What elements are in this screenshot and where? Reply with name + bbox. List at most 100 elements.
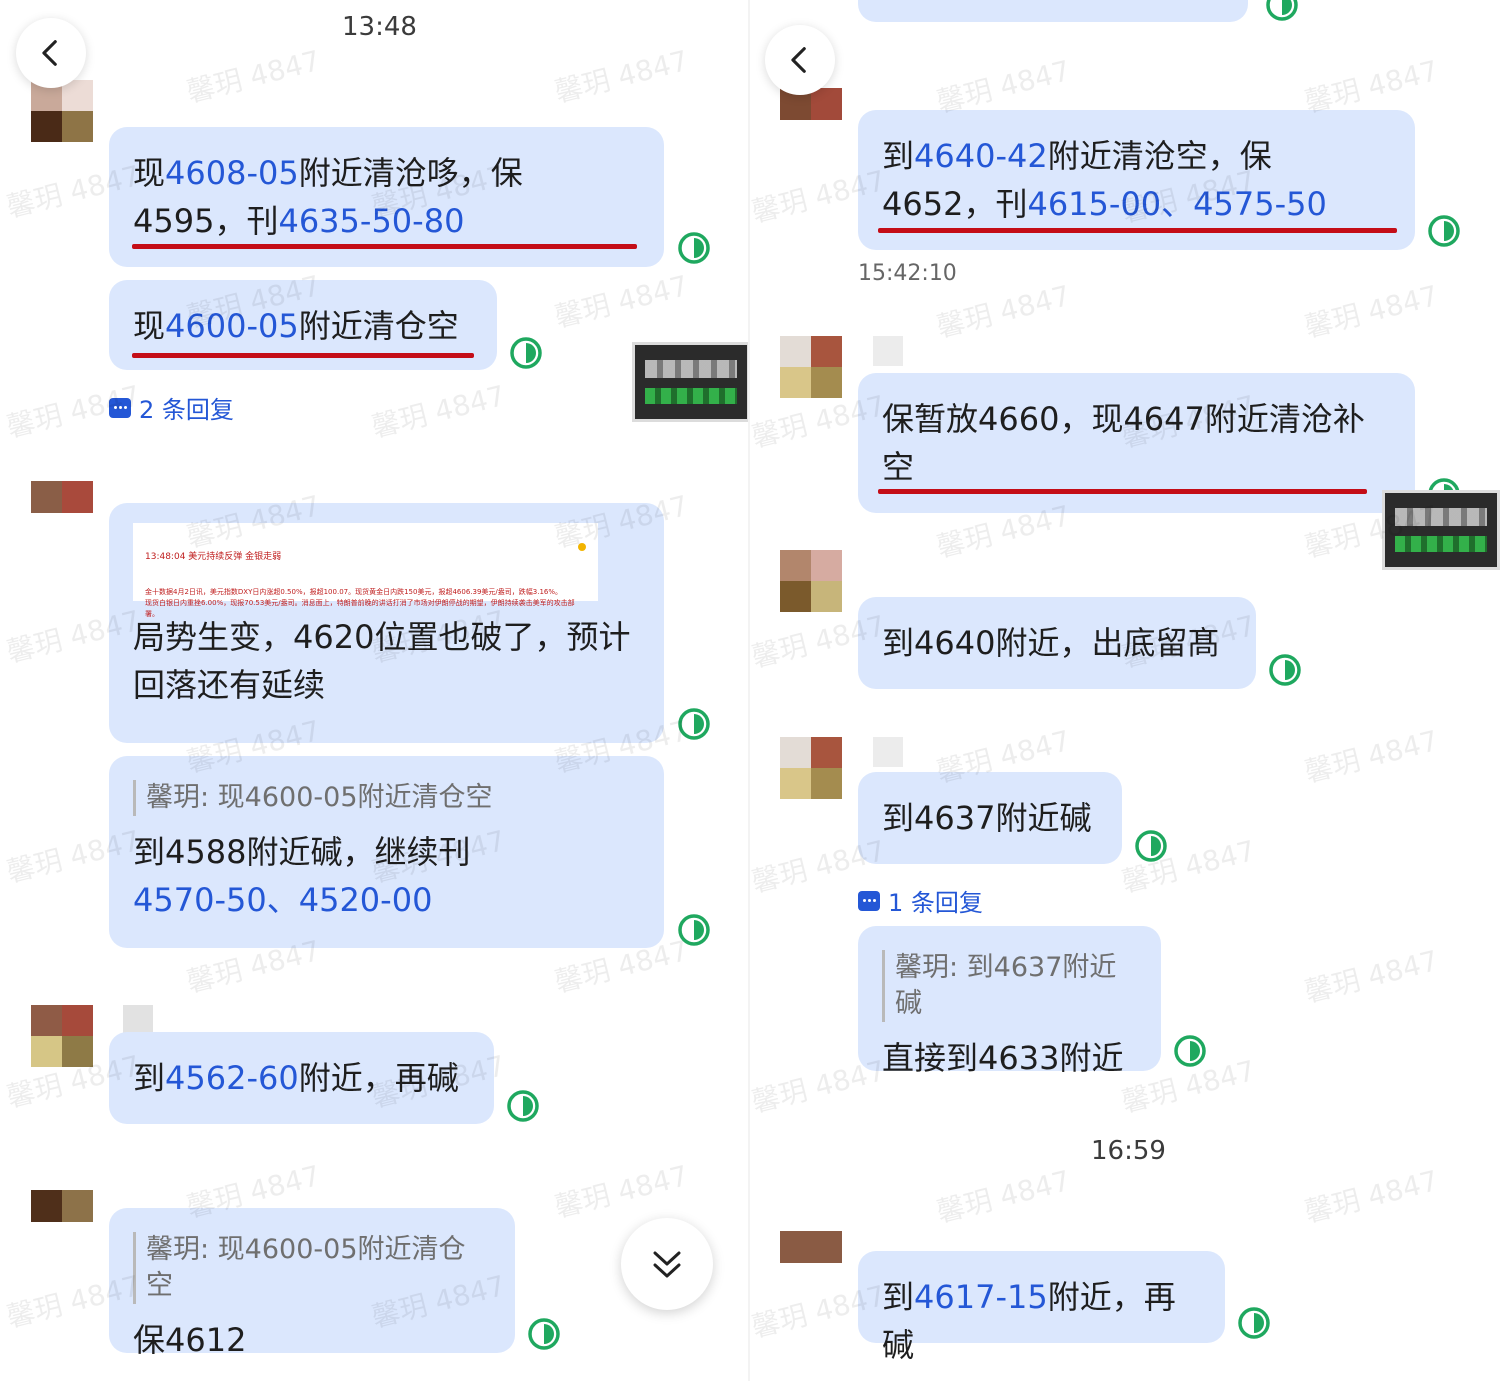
- price-level: 4640-42: [914, 137, 1048, 175]
- message-text: 到: [133, 1059, 166, 1097]
- message-text: 现: [133, 154, 166, 192]
- message-bubble[interactable]: 馨玥: 现4600-05附近清仓空 到4588附近碱，继续刊 4570-50、4…: [109, 756, 664, 948]
- price-level: 4617-15: [914, 1278, 1048, 1316]
- watermark: 馨玥 4847: [1301, 278, 1442, 344]
- message-text: 到4637附近碱: [882, 799, 1092, 837]
- watermark: 馨玥 4847: [368, 378, 509, 444]
- price-level: 4615-00: [1027, 185, 1162, 223]
- card-line: 金十数据4月2日讯，美元指数DXY日内涨超0.50%，报超100.07。现货黄金…: [145, 588, 563, 596]
- sticker-thumbnail[interactable]: [1382, 490, 1500, 570]
- avatar[interactable]: [31, 80, 93, 142]
- read-receipt-icon: [1269, 654, 1301, 686]
- message-bubble[interactable]: 到4640附近，出底留髙: [858, 597, 1256, 689]
- comment-icon: [109, 397, 131, 418]
- read-receipt-icon: [1266, 0, 1298, 21]
- message-text: 到: [882, 1278, 915, 1316]
- avatar[interactable]: [31, 1190, 93, 1222]
- message-text: 现: [133, 307, 166, 345]
- watermark: 馨玥 4847: [551, 1158, 692, 1224]
- card-line: 现货白银日内重挫6.00%，现报70.53美元/盎司。消息面上，特朗普前晚的讲话…: [145, 599, 575, 618]
- sender-name-blur: [123, 1005, 153, 1035]
- red-underline: [132, 353, 474, 358]
- avatar[interactable]: [780, 737, 842, 799]
- price-level: 4520-00: [298, 881, 433, 919]
- avatar[interactable]: [31, 1005, 93, 1067]
- reply-count: 1 条回复: [888, 889, 983, 917]
- message-text: 回落还有延续: [133, 666, 326, 704]
- read-receipt-icon: [510, 337, 542, 369]
- sticker-thumbnail[interactable]: [632, 342, 750, 422]
- quoted-message[interactable]: 馨玥: 现4600-05附近清仓空: [133, 1232, 491, 1304]
- time-header: 13:48: [342, 12, 417, 42]
- message-text: 附近清仓空: [298, 307, 459, 345]
- read-receipt-icon: [678, 708, 710, 740]
- price-level: 4562-60: [165, 1059, 299, 1097]
- card-title: 13:48:04 美元持续反弹 金银走弱: [145, 552, 282, 562]
- price-level: 4570-50: [133, 881, 267, 919]
- message-bubble[interactable]: 到4562-60附近，再碱: [109, 1032, 494, 1124]
- red-underline: [878, 228, 1397, 233]
- message-text: 空: [882, 448, 915, 486]
- double-chevron-down-icon: [653, 1251, 681, 1278]
- back-button[interactable]: [16, 18, 86, 88]
- comment-icon: [858, 890, 880, 911]
- read-receipt-icon: [1135, 830, 1167, 862]
- quoted-message[interactable]: 馨玥: 到4637附近碱: [882, 950, 1137, 1022]
- watermark: 馨玥 4847: [551, 268, 692, 334]
- message-bubble[interactable]: 到4637附近碱: [858, 772, 1122, 864]
- message-text: 直接到4633附近: [882, 1039, 1124, 1077]
- sender-name-blur: [873, 336, 903, 366]
- reply-count-link[interactable]: 2 条回复: [109, 390, 234, 425]
- message-text: 到: [882, 137, 915, 175]
- message-bubble-partial[interactable]: [858, 0, 1248, 22]
- message-bubble[interactable]: 13:48:04 美元持续反弹 金银走弱 金十数据4月2日讯，美元指数DXY日内…: [109, 503, 664, 743]
- time-divider: 16:59: [1091, 1136, 1166, 1166]
- message-text: 4652，刊: [882, 185, 1028, 223]
- read-receipt-icon: [1428, 215, 1460, 247]
- scroll-to-bottom-button[interactable]: [621, 1218, 713, 1310]
- avatar[interactable]: [31, 481, 93, 513]
- chat-panel-left: 13:48 现4608-05附近清沧哆，保 4595，刊4635-50-80 现…: [0, 0, 750, 1381]
- chevron-left-icon: [791, 47, 806, 73]
- message-bubble[interactable]: 馨玥: 现4600-05附近清仓空 保4612: [109, 1208, 515, 1359]
- message-text: 附近，再碱: [298, 1059, 459, 1097]
- avatar[interactable]: [780, 1231, 842, 1263]
- reply-count-link[interactable]: 1 条回复: [858, 883, 983, 918]
- price-level: 4600-05: [165, 307, 299, 345]
- chevron-left-icon: [42, 40, 57, 66]
- reply-count: 2 条回复: [139, 396, 234, 424]
- message-text: 附近清沧空，保: [1047, 137, 1272, 175]
- chat-panel-right: 到4640-42附近清沧空，保 4652，刊4615-00、4575-50 15…: [750, 0, 1500, 1381]
- watermark: 馨玥 4847: [551, 43, 692, 109]
- watermark: 馨玥 4847: [183, 43, 324, 109]
- read-receipt-icon: [1238, 1307, 1270, 1339]
- back-button[interactable]: [765, 25, 835, 95]
- message-bubble[interactable]: 到4617-15附近，再碱: [858, 1251, 1225, 1364]
- price-level: 4635-50-80: [278, 202, 465, 240]
- message-bubble[interactable]: 馨玥: 到4637附近碱 直接到4633附近: [858, 926, 1161, 1077]
- message-text: 4595，刊: [133, 202, 279, 240]
- message-text: 到4640附近，出底留髙: [882, 624, 1220, 662]
- read-receipt-icon: [1174, 1035, 1206, 1067]
- message-text: 保暂放4660，现4647附近清沧补: [882, 400, 1365, 438]
- sender-name-blur: [873, 737, 903, 767]
- price-level: 4575-50: [1193, 185, 1327, 223]
- message-text: 附近清沧哆，保: [298, 154, 523, 192]
- news-card-image[interactable]: 13:48:04 美元持续反弹 金银走弱 金十数据4月2日讯，美元指数DXY日内…: [133, 523, 598, 618]
- watermark: 馨玥 4847: [1301, 1163, 1442, 1229]
- watermark: 馨玥 4847: [933, 1163, 1074, 1229]
- read-receipt-icon: [528, 1318, 560, 1350]
- red-underline: [878, 489, 1367, 494]
- quoted-message[interactable]: 馨玥: 现4600-05附近清仓空: [133, 780, 640, 816]
- watermark: 馨玥 4847: [1301, 943, 1442, 1009]
- read-receipt-icon: [678, 914, 710, 946]
- avatar[interactable]: [780, 336, 842, 398]
- separator: 、: [1161, 185, 1194, 223]
- red-underline: [132, 244, 637, 249]
- timestamp: 15:42:10: [858, 261, 957, 286]
- avatar[interactable]: [780, 550, 842, 612]
- card-dot: [578, 543, 586, 551]
- separator: 、: [266, 881, 299, 919]
- price-level: 4608-05: [165, 154, 299, 192]
- message-text: 到4588附近碱，继续刊: [133, 833, 471, 871]
